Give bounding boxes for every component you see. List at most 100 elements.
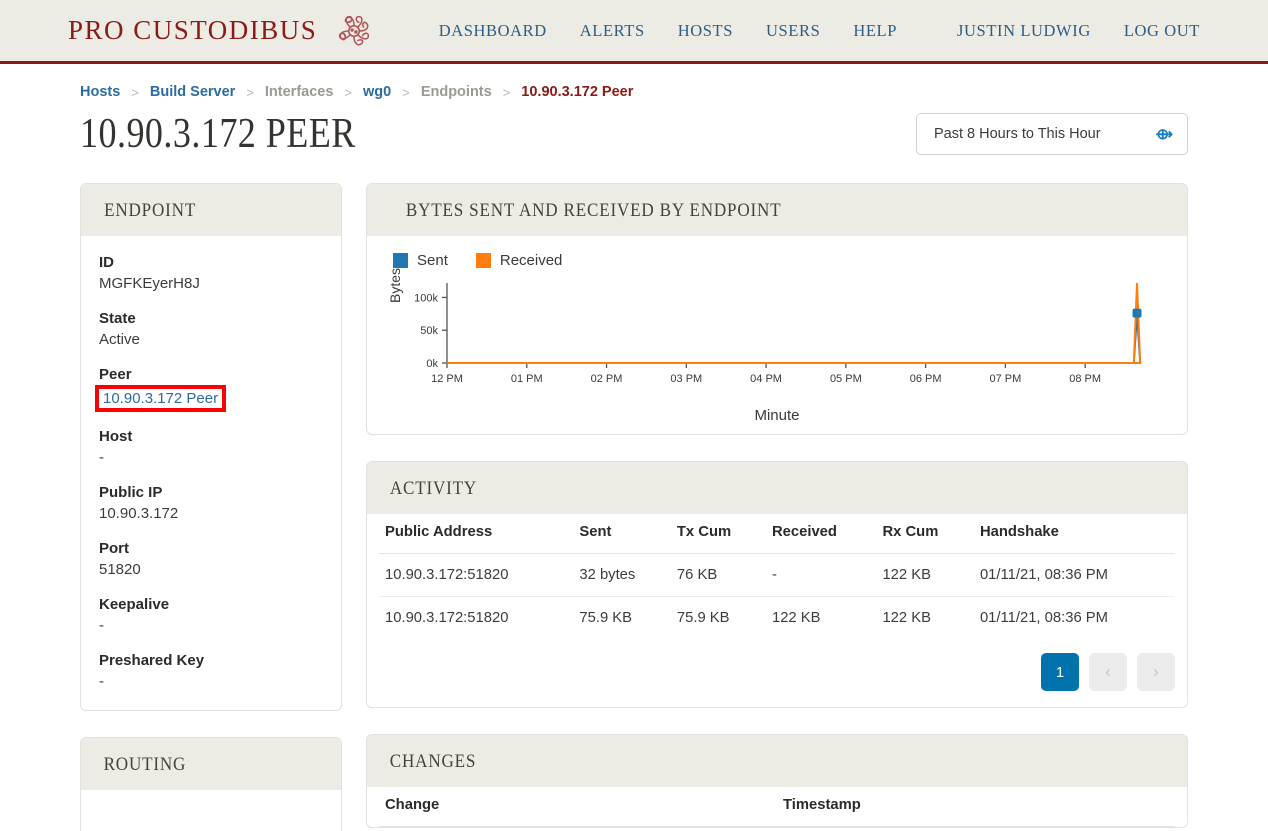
svg-text:03 PM: 03 PM — [670, 373, 702, 385]
breadcrumb-separator: > — [344, 84, 353, 100]
cell-rx-cum: 122 KB — [882, 610, 931, 626]
svg-text:100k: 100k — [414, 292, 438, 304]
main-navigation: DASHBOARD ALERTS HOSTS USERS HELP JUSTIN… — [406, 21, 1200, 41]
chart-plot-area: Bytes 0k 50k 100k 12 PM 01 PM 02 PM 03 PM 04 PM… — [385, 268, 1169, 405]
field-value-keepalive: - — [99, 617, 104, 634]
breadcrumb-hosts[interactable]: Hosts — [80, 84, 120, 100]
routing-panel-body — [81, 790, 341, 831]
cell-sent: 75.9 KB — [579, 610, 633, 626]
activity-table: Public Address Sent Tx Cum Received Rx C… — [379, 514, 1175, 639]
medusa-emblem-icon — [339, 15, 370, 45]
breadcrumb-current: 10.90.3.172 Peer — [521, 84, 634, 100]
table-header-row: Public Address Sent Tx Cum Received Rx C… — [379, 514, 1175, 554]
col-received: Received — [765, 514, 877, 554]
breadcrumb-endpoints: Endpoints — [420, 84, 492, 100]
field-label-port: Port — [99, 540, 129, 557]
nav-hosts[interactable]: HOSTS — [678, 21, 733, 41]
endpoint-details: ID MGFKEyerH8J State Active Peer 10.90.3… — [94, 254, 323, 690]
col-public-address: Public Address — [379, 514, 574, 554]
previous-page-button[interactable]: ‹ — [1089, 653, 1127, 691]
nav-dashboard[interactable]: DASHBOARD — [439, 21, 547, 41]
col-timestamp: Timestamp — [777, 787, 1175, 827]
nav-users[interactable]: USERS — [766, 21, 820, 41]
svg-text:01 PM: 01 PM — [511, 373, 543, 385]
svg-text:0k: 0k — [426, 358, 438, 370]
field-label-public-ip: Public IP — [99, 484, 163, 501]
col-tx-cum: Tx Cum — [670, 514, 766, 554]
routing-panel: ROUTING — [80, 737, 342, 831]
breadcrumb-interfaces: Interfaces — [264, 84, 334, 100]
cell-received: - — [765, 553, 877, 597]
field-value-port: 51820 — [99, 561, 141, 578]
activity-pagination: 1 ‹ › — [367, 639, 1187, 707]
breadcrumb-build-server[interactable]: Build Server — [150, 84, 235, 100]
cell-public-address: 10.90.3.172:51820 — [385, 610, 509, 626]
field-label-keepalive: Keepalive — [99, 596, 170, 613]
endpoint-panel-heading: ENDPOINT — [81, 184, 341, 236]
field-label-peer: Peer — [99, 366, 132, 383]
time-range-select[interactable]: Past 8 Hours to This Hour ⟴ — [916, 113, 1188, 155]
field-value-preshared-key: - — [99, 673, 104, 690]
cell-public-address: 10.90.3.172:51820 — [379, 553, 574, 597]
next-page-button[interactable]: › — [1137, 653, 1175, 691]
table-row: 10.90.3.172:51820 32 bytes 76 KB - 122 K… — [379, 553, 1175, 597]
peer-link[interactable]: 10.90.3.172 Peer — [103, 390, 218, 407]
top-header: PRO CUSTODIBUS DASHBOARD ALERTS HOSTS US… — [0, 0, 1268, 64]
routing-panel-heading: ROUTING — [81, 738, 341, 790]
breadcrumb-separator: > — [246, 84, 254, 100]
breadcrumb-wg0[interactable]: wg0 — [363, 84, 391, 100]
svg-text:04 PM: 04 PM — [750, 373, 782, 385]
cell-tx-cum: 76 KB — [670, 553, 766, 597]
nav-current-user[interactable]: JUSTIN LUDWIG — [957, 21, 1091, 41]
cell-rx-cum: 122 KB — [876, 553, 974, 597]
nav-alerts[interactable]: ALERTS — [580, 21, 645, 41]
svg-text:07 PM: 07 PM — [989, 373, 1021, 385]
field-value-host: - — [99, 449, 104, 466]
time-range-value: Past 8 Hours to This Hour — [934, 126, 1101, 142]
cell-handshake: 01/11/21, 08:36 PM — [973, 553, 1175, 597]
svg-text:12 PM: 12 PM — [431, 373, 463, 385]
page-1-button[interactable]: 1 — [1041, 653, 1079, 691]
svg-text:02 PM: 02 PM — [591, 373, 623, 385]
endpoint-panel: ENDPOINT ID MGFKEyerH8J State Active Pee… — [80, 183, 342, 711]
chart-x-axis-label: Minute — [754, 407, 800, 424]
field-value-public-ip: 10.90.3.172 — [99, 505, 179, 522]
legend-label-received: Received — [499, 252, 563, 269]
changes-table: Change Timestamp — [379, 787, 1175, 827]
field-label-preshared-key: Preshared Key — [99, 652, 205, 669]
nav-help[interactable]: HELP — [853, 21, 897, 41]
breadcrumb-separator: > — [502, 84, 511, 100]
col-change: Change — [379, 787, 777, 827]
legend-swatch-sent — [393, 253, 408, 268]
cell-handshake: 01/11/21, 08:36 PM — [979, 610, 1108, 626]
table-row: 10.90.3.172:51820 75.9 KB 75.9 KB 122 KB… — [379, 597, 1175, 640]
field-value-state: Active — [99, 331, 140, 348]
page-title-row: 10.90.3.172 PEER Past 8 Hours to This Ho… — [80, 110, 1188, 158]
breadcrumb: Hosts > Build Server > Interfaces > wg0 … — [80, 84, 1268, 100]
chevron-down-icon: ⟴ — [1155, 126, 1173, 143]
breadcrumb-separator: > — [131, 84, 139, 100]
chart-legend: Sent Received — [393, 252, 1169, 269]
legend-swatch-received — [475, 253, 491, 268]
changes-panel-heading: CHANGES — [367, 735, 1187, 787]
activity-panel-heading: ACTIVITY — [367, 462, 1187, 514]
cell-received: 122 KB — [771, 610, 821, 626]
legend-label-sent: Sent — [417, 252, 448, 269]
chart-body: Sent Received Bytes 0k 50k 100k 12 PM 01 PM 0… — [367, 236, 1187, 434]
field-label-id: ID — [99, 254, 114, 271]
breadcrumb-separator: > — [402, 84, 410, 100]
svg-text:08 PM: 08 PM — [1069, 373, 1101, 385]
col-handshake: Handshake — [973, 514, 1175, 554]
legend-item-sent: Sent — [393, 252, 448, 269]
peer-link-highlight-box: 10.90.3.172 Peer — [94, 385, 227, 412]
legend-item-received: Received — [475, 252, 563, 269]
svg-text:05 PM: 05 PM — [830, 373, 862, 385]
table-header-row: Change Timestamp — [379, 787, 1175, 827]
field-value-id: MGFKEyerH8J — [99, 275, 200, 292]
brand-logo[interactable]: PRO CUSTODIBUS — [68, 8, 377, 54]
page-title: 10.90.3.172 PEER — [80, 111, 356, 157]
col-rx-cum: Rx Cum — [876, 514, 974, 554]
nav-logout[interactable]: LOG OUT — [1124, 21, 1200, 41]
chart-y-axis-label: Bytes — [387, 267, 403, 303]
chart-svg: 0k 50k 100k 12 PM 01 PM 02 PM 03 PM 04 PM 05 PM 0… — [414, 282, 1142, 385]
